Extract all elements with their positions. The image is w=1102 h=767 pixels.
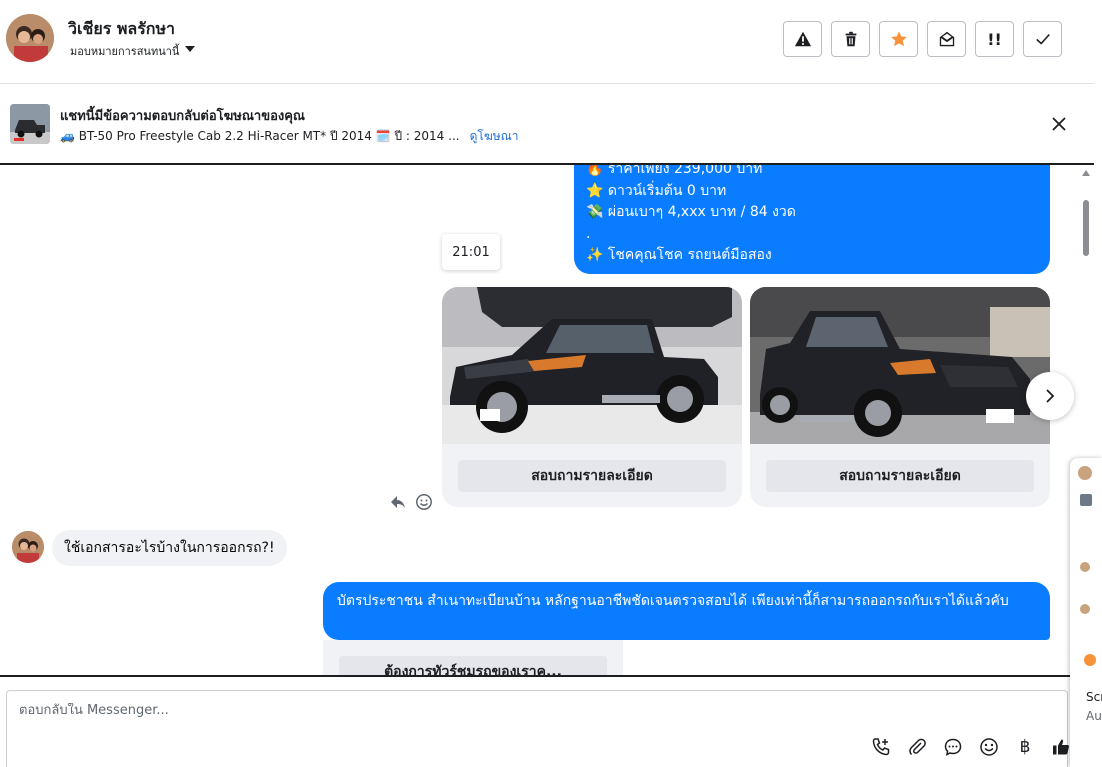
star-button[interactable] (879, 21, 918, 57)
side-panel-text: Au (1086, 709, 1102, 723)
chevron-down-icon (185, 46, 196, 52)
incoming-message-bubble[interactable]: ใช้เอกสารอะไรบ้างในการออกรถ?! (52, 530, 287, 566)
sender-avatar[interactable] (12, 531, 44, 563)
ad-reply-title: แชทนี้มีข้อความตอบกลับต่อโฆษณาของคุณ (60, 109, 305, 124)
side-panel-text: Scr (1086, 690, 1102, 704)
chevron-right-icon (1046, 389, 1055, 403)
thumbs-up-icon[interactable] (1051, 737, 1071, 757)
ad-thumbnail (1080, 494, 1092, 506)
conversation-toolbar: !! (783, 21, 1062, 57)
carousel-card[interactable]: สอบถามรายละเอียด (442, 287, 742, 507)
outgoing-message-bubble[interactable]: 🔥 ราคาเพียง 239,000 บาท ⭐ ดาวน์เริ่มต้น … (574, 163, 1050, 274)
app-icon (1084, 654, 1096, 666)
ad-thumbnail[interactable] (10, 104, 50, 144)
car-photo[interactable] (442, 287, 742, 444)
reply-input[interactable] (19, 703, 719, 718)
message-thread[interactable]: 🔥 ราคาเพียง 239,000 บาท ⭐ ดาวน์เริ่มต้น … (0, 163, 1094, 677)
paperclip-icon[interactable] (907, 737, 927, 757)
quick-reply-card: ต้องการทัวร์ชมรถของเราค... (323, 640, 623, 675)
scroll-up-arrow-icon[interactable] (1082, 170, 1090, 176)
react-emoji-icon[interactable] (415, 493, 433, 511)
double-exclamation-icon: !! (987, 29, 1002, 49)
check-icon (1035, 33, 1050, 45)
baht-icon[interactable]: ฿ (1015, 737, 1035, 757)
contact-avatar[interactable] (6, 14, 54, 62)
envelope-open-icon (939, 31, 954, 47)
message-line: . (586, 225, 591, 242)
delete-button[interactable] (831, 21, 870, 57)
message-line: 💸 ผ่อนเบาๆ 4,xxx บาท / 84 งวด (586, 204, 796, 220)
warning-icon (794, 31, 811, 47)
trash-icon (845, 31, 856, 47)
assign-conversation-dropdown[interactable]: มอบหมายการสนทนานี้ (70, 42, 196, 60)
star-icon (890, 31, 907, 47)
message-line: ⭐ ดาวน์เริ่มต้น 0 บาท (586, 182, 727, 199)
ad-description: 🚙 BT-50 Pro Freestyle Cab 2.2 Hi-Racer M… (60, 129, 460, 143)
report-spam-button[interactable] (783, 21, 822, 57)
ad-context-bar: แชทนี้มีข้อความตอบกลับต่อโฆษณาของคุณ 🚙 B… (0, 85, 1094, 163)
close-ad-bar-button[interactable] (1050, 115, 1068, 133)
emoji-icon[interactable] (979, 737, 999, 757)
contact-name[interactable]: วิเชียร พลรักษา (68, 17, 175, 42)
phone-plus-icon[interactable] (871, 737, 891, 757)
side-panel-preview[interactable]: Scr Au (1070, 458, 1102, 767)
message-actions (389, 493, 433, 511)
carousel-card[interactable]: สอบถามรายละเอียด (750, 287, 1050, 507)
ad-subtitle: 🚙 BT-50 Pro Freestyle Cab 2.2 Hi-Racer M… (60, 127, 519, 146)
scroll-thumb[interactable] (1083, 200, 1089, 256)
avatar (1078, 466, 1092, 480)
composer-toolbar: ฿ (871, 737, 1071, 757)
avatar (1080, 562, 1090, 572)
carousel-next-button[interactable] (1026, 372, 1074, 420)
view-ad-link[interactable]: ดูโฆษณา (470, 129, 519, 143)
message-timestamp: 21:01 (442, 234, 500, 270)
message-composer: ฿ (6, 690, 1071, 767)
close-icon (1052, 117, 1066, 131)
tour-cars-button[interactable]: ต้องการทัวร์ชมรถของเราค... (339, 656, 607, 675)
outgoing-message-bubble[interactable]: บัตรประชาชน สำเนาทะเบียนบ้าน หลักฐานอาชี… (323, 582, 1050, 640)
mark-unread-button[interactable] (927, 21, 966, 57)
assign-label: มอบหมายการสนทนานี้ (70, 45, 180, 58)
avatar (1080, 604, 1090, 614)
message-line: 🔥 ราคาเพียง 239,000 บาท (586, 163, 763, 177)
reply-icon[interactable] (389, 493, 407, 511)
conversation-header: วิเชียร พลรักษา มอบหมายการสนทนานี้ !! (0, 0, 1094, 84)
follow-up-button[interactable]: !! (975, 21, 1014, 57)
inquire-details-button[interactable]: สอบถามรายละเอียด (458, 460, 726, 492)
message-line: ✨ โชคคุณโชค รถยนต์มือสอง (586, 247, 772, 263)
car-photo[interactable] (750, 287, 1050, 444)
inquire-details-button[interactable]: สอบถามรายละเอียด (766, 460, 1034, 492)
mark-done-button[interactable] (1023, 21, 1062, 57)
chat-bubble-icon[interactable] (943, 737, 963, 757)
